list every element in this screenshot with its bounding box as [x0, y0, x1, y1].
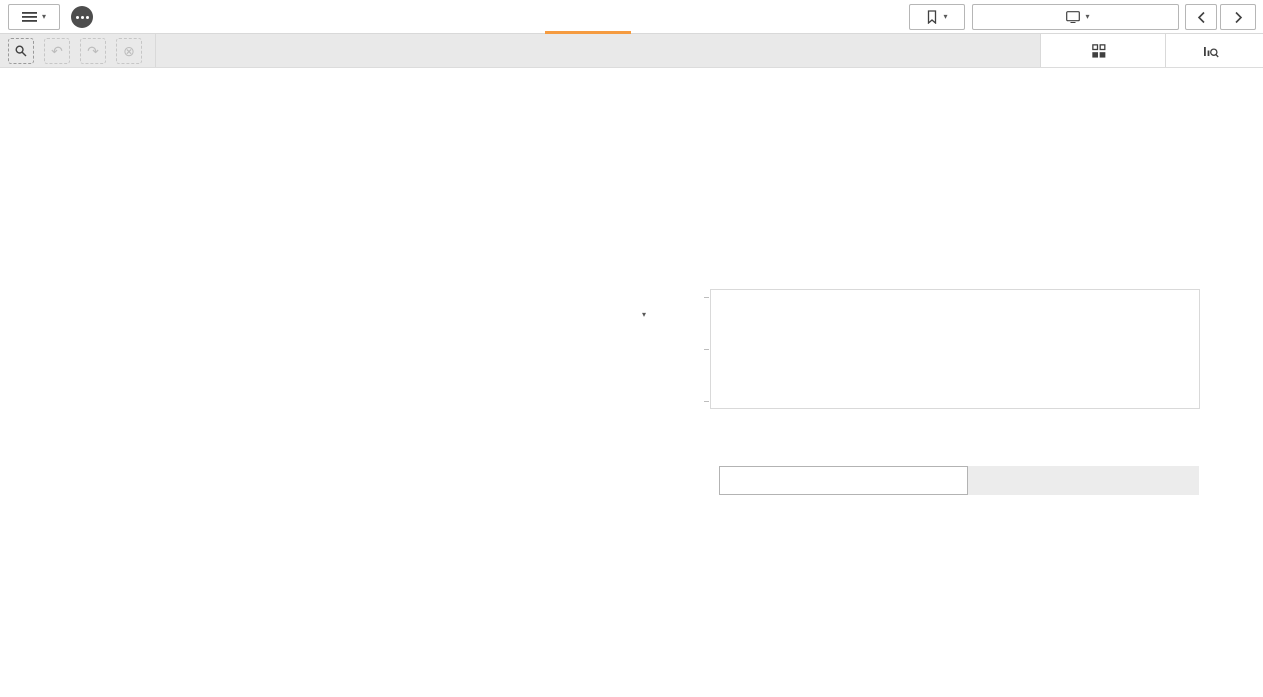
clear-selections-icon: ⊗	[123, 43, 135, 60]
global-menu-button[interactable]: ▾	[8, 4, 60, 30]
bar-chart-minimap[interactable]	[1163, 558, 1210, 608]
week-view-plot[interactable]	[710, 289, 1200, 409]
y-tickmark	[704, 349, 709, 350]
previous-sheet-button[interactable]	[1185, 4, 1217, 30]
by-operation-plot[interactable]	[709, 557, 1152, 613]
time-range-slider-window[interactable]	[719, 466, 968, 495]
sheet-selector-button[interactable]: ▾	[972, 4, 1179, 30]
selections-icon	[1092, 44, 1106, 58]
caret-down-icon: ▾	[943, 13, 947, 21]
insights-icon	[1203, 44, 1219, 58]
selections-tool-button[interactable]	[1040, 34, 1165, 67]
oee-gauge[interactable]	[398, 270, 516, 332]
gauge-arc	[398, 270, 516, 332]
app-window: ▾ ▾ ▾	[0, 0, 1263, 697]
tab-analysis[interactable]	[545, 0, 631, 34]
chevron-left-icon	[1197, 11, 1206, 24]
week-view-x-labels	[640, 412, 1215, 466]
caret-down-icon: ▾	[1085, 13, 1089, 21]
y-tickmark	[704, 401, 709, 402]
bookmark-icon	[926, 10, 938, 24]
tab-story[interactable]	[645, 0, 707, 34]
hamburger-icon	[22, 11, 37, 23]
time-range-slider-track[interactable]	[968, 466, 1199, 495]
caret-down-icon: ▾	[42, 13, 46, 21]
undo-selection-button[interactable]: ↶	[44, 38, 70, 64]
kpi-quality[interactable]	[112, 591, 115, 592]
toolbar-divider	[155, 34, 156, 67]
kpi-overall[interactable]	[128, 302, 134, 308]
sheet-icon	[1066, 11, 1080, 23]
title-bar: ▾ ▾ ▾	[0, 0, 1263, 34]
y-axis-caret-icon[interactable]: ▾	[642, 310, 646, 319]
y-tickmark	[704, 297, 709, 298]
app-logo-icon	[71, 6, 93, 28]
clear-selections-button[interactable]: ⊗	[116, 38, 142, 64]
kpi-availability[interactable]	[127, 398, 130, 399]
redo-selection-button[interactable]: ↷	[80, 38, 106, 64]
smart-search-button[interactable]	[8, 38, 34, 64]
selections-toolbar: ↶ ↷ ⊗	[0, 34, 1263, 68]
bookmark-button[interactable]: ▾	[909, 4, 965, 30]
redo-icon: ↷	[87, 43, 99, 60]
insights-button[interactable]	[1165, 34, 1263, 67]
search-icon	[14, 44, 28, 58]
next-sheet-button[interactable]	[1220, 4, 1256, 30]
kpi-performance[interactable]	[127, 495, 130, 496]
undo-icon: ↶	[51, 43, 63, 60]
chevron-right-icon	[1234, 11, 1243, 24]
